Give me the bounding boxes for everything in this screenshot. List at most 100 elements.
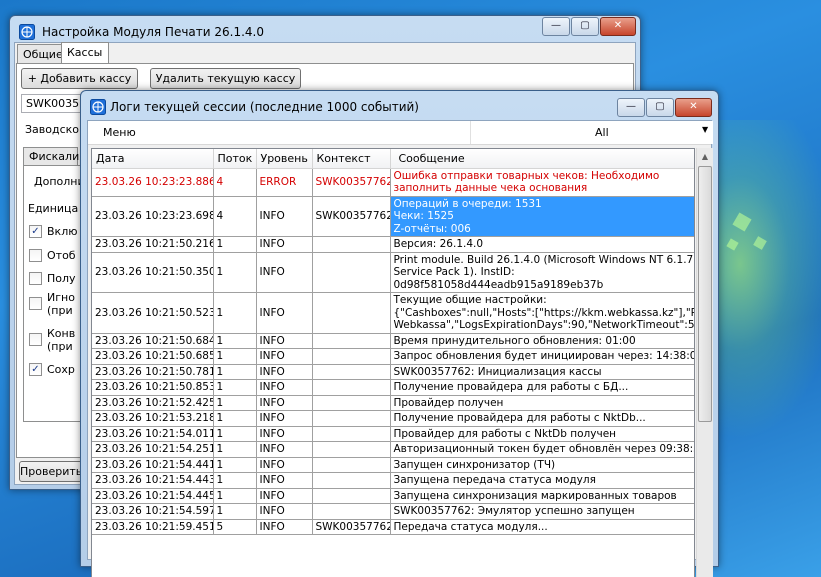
- log-context-cell: [312, 292, 391, 334]
- check-button[interactable]: Проверить: [19, 461, 83, 482]
- checkbox-6[interactable]: ✓: [29, 363, 42, 376]
- log-context-cell: [312, 472, 391, 489]
- log-thread-cell: 1: [213, 333, 257, 349]
- checkbox-2[interactable]: [29, 249, 42, 262]
- remove-cashbox-button[interactable]: Удалить текущую кассу: [150, 68, 301, 89]
- log-thread-cell: 1: [213, 252, 257, 293]
- add-cashbox-button[interactable]: + Добавить кассу: [21, 68, 138, 89]
- log-level-cell: INFO: [256, 426, 313, 442]
- log-scrollbar[interactable]: ▲ ▼: [696, 148, 713, 577]
- checkbox-2-label: Отоб: [47, 249, 76, 262]
- log-row[interactable]: 23.03.26 10:21:52.425 1 INFO Провайдер полу…: [92, 395, 694, 411]
- log-thread-cell: 1: [213, 292, 257, 334]
- log-message-cell: SWK00357762: Эмулятор успешно запущен: [390, 503, 694, 520]
- log-row[interactable]: 23.03.26 10:21:50.684 1 INFO Время принудит…: [92, 333, 694, 349]
- log-context-cell: [312, 457, 391, 473]
- checkbox-5-label: Конв: [47, 327, 76, 340]
- log-context-cell: [312, 252, 391, 293]
- log-level-cell: INFO: [256, 252, 313, 293]
- tab-fiscalization[interactable]: Фискализ: [23, 147, 85, 166]
- log-message-cell: Версия: 26.1.4.0: [390, 236, 694, 253]
- log-row[interactable]: 23.03.26 10:23:23.886 4 ERROR SWK00357762 Ош…: [92, 168, 694, 197]
- log-row[interactable]: 23.03.26 10:21:50.685 1 INFO Запрос обновле…: [92, 348, 694, 365]
- log-thread-cell: 1: [213, 379, 257, 396]
- checkbox-4[interactable]: [29, 297, 42, 310]
- log-level-cell: INFO: [256, 333, 313, 349]
- log-row[interactable]: 23.03.26 10:21:54.251 1 INFO Авторизационны…: [92, 441, 694, 458]
- log-row[interactable]: 23.03.26 10:21:54.445 1 INFO Запущена синхр…: [92, 488, 694, 504]
- log-row[interactable]: 23.03.26 10:21:54.011 1 INFO Провайдер для …: [92, 426, 694, 442]
- close-button[interactable]: ✕: [600, 17, 636, 36]
- log-context-cell: [312, 410, 391, 427]
- log-row[interactable]: 23.03.26 10:21:59.451 5 INFO SWK00357762 Пер…: [92, 519, 694, 535]
- scroll-thumb[interactable]: [698, 166, 712, 422]
- log-thread-cell: 1: [213, 488, 257, 504]
- log-date-cell: 23.03.26 10:21:54.251: [92, 441, 214, 458]
- factory-label: Заводской: [25, 123, 87, 136]
- log-row[interactable]: 23.03.26 10:21:50.350 1 INFO Print module. …: [92, 252, 694, 293]
- log-row[interactable]: 23.03.26 10:21:50.216 1 INFO Версия: 26.1.4…: [92, 236, 694, 253]
- log-row[interactable]: 23.03.26 10:21:50.781 1 INFO SWK00357762: И…: [92, 364, 694, 380]
- log-thread-cell: 1: [213, 364, 257, 380]
- col-level[interactable]: Уровень: [256, 149, 313, 169]
- log-level-cell: INFO: [256, 503, 313, 520]
- log-row[interactable]: 23.03.26 10:21:54.443 1 INFO Запущена перед…: [92, 472, 694, 489]
- scroll-up-icon[interactable]: ▲: [697, 148, 713, 165]
- log-context-cell: SWK00357762: [312, 519, 391, 535]
- log-message-cell: Запущена синхронизация маркированных тов…: [390, 488, 694, 504]
- checkbox-1-label: Вклю: [47, 225, 78, 238]
- col-thread[interactable]: Поток: [213, 149, 257, 169]
- log-thread-cell: 1: [213, 441, 257, 458]
- col-date[interactable]: Дата: [92, 149, 214, 169]
- cashbox-select[interactable]: SWK00357: [21, 94, 81, 113]
- fiscal-panel: Дополни Единица ✓ Вклю Отоб Полу Игно (п…: [23, 165, 85, 422]
- tab-cashboxes[interactable]: Кассы: [61, 42, 109, 64]
- log-thread-cell: 1: [213, 426, 257, 442]
- log-date-cell: 23.03.26 10:21:50.853: [92, 379, 214, 396]
- col-context[interactable]: Контекст: [312, 149, 391, 169]
- log-thread-cell: 1: [213, 395, 257, 411]
- log-grid[interactable]: Дата Поток Уровень Контекст Сообщение 23…: [91, 148, 695, 577]
- log-date-cell: 23.03.26 10:23:23.698: [92, 196, 214, 237]
- minimize-button[interactable]: —: [542, 17, 570, 36]
- maximize-button[interactable]: ▢: [571, 17, 599, 36]
- log-thread-cell: 1: [213, 503, 257, 520]
- log-context-cell: [312, 503, 391, 520]
- log-titlebar[interactable]: Логи текущей сессии (последние 1000 собы…: [81, 91, 718, 121]
- log-row[interactable]: 23.03.26 10:23:23.698 4 INFO SWK00357762 Опе…: [92, 196, 694, 237]
- checkbox-1[interactable]: ✓: [29, 225, 42, 238]
- tab-general[interactable]: Общие: [17, 44, 63, 64]
- log-row[interactable]: 23.03.26 10:21:53.218 1 INFO Получение пров…: [92, 410, 694, 427]
- log-thread-cell: 1: [213, 236, 257, 253]
- log-message-cell: Запущена передача статуса модуля: [390, 472, 694, 489]
- checkbox-5[interactable]: [29, 333, 42, 346]
- log-context-cell: SWK00357762: [312, 168, 391, 197]
- log-message-cell: Запрос обновления будет инициирован чере…: [390, 348, 694, 365]
- log-date-cell: 23.03.26 10:21:54.445: [92, 488, 214, 504]
- log-message-cell: Провайдер для работы с NktDb получен: [390, 426, 694, 442]
- log-row[interactable]: 23.03.26 10:21:54.441 1 INFO Запущен синхро…: [92, 457, 694, 473]
- log-message-cell: Операций в очереди: 1531 Чеки: 1525 Z-от…: [390, 196, 694, 237]
- close-button[interactable]: ✕: [675, 98, 712, 117]
- log-level-cell: INFO: [256, 379, 313, 396]
- log-message-cell: SWK00357762: Инициализация кассы: [390, 364, 694, 380]
- maximize-button[interactable]: ▢: [646, 98, 674, 117]
- log-row[interactable]: 23.03.26 10:21:50.853 1 INFO Получение пров…: [92, 379, 694, 396]
- log-level-cell: INFO: [256, 236, 313, 253]
- log-date-cell: 23.03.26 10:21:53.218: [92, 410, 214, 427]
- log-level-cell: INFO: [256, 457, 313, 473]
- log-body: 23.03.26 10:23:23.886 4 ERROR SWK00357762 Ош…: [92, 168, 694, 535]
- log-row[interactable]: 23.03.26 10:21:54.597 1 INFO SWK00357762: Э…: [92, 503, 694, 520]
- log-level-cell: INFO: [256, 472, 313, 489]
- checkbox-3[interactable]: [29, 272, 42, 285]
- settings-title: Настройка Модуля Печати 26.1.4.0: [42, 25, 265, 39]
- menu-item[interactable]: Меню: [103, 126, 136, 139]
- log-row[interactable]: 23.03.26 10:21:50.523 1 INFO Текущие общие …: [92, 292, 694, 334]
- minimize-button[interactable]: —: [617, 98, 645, 117]
- col-message[interactable]: Сообщение: [390, 149, 694, 169]
- level-filter-select[interactable]: All ▼: [470, 121, 713, 144]
- unit-label: Единица: [28, 202, 79, 215]
- log-client: Меню All ▼ Дата Поток Уровень Контекст С…: [87, 120, 713, 577]
- scroll-down-icon[interactable]: ▼: [697, 572, 713, 577]
- log-thread-cell: 1: [213, 457, 257, 473]
